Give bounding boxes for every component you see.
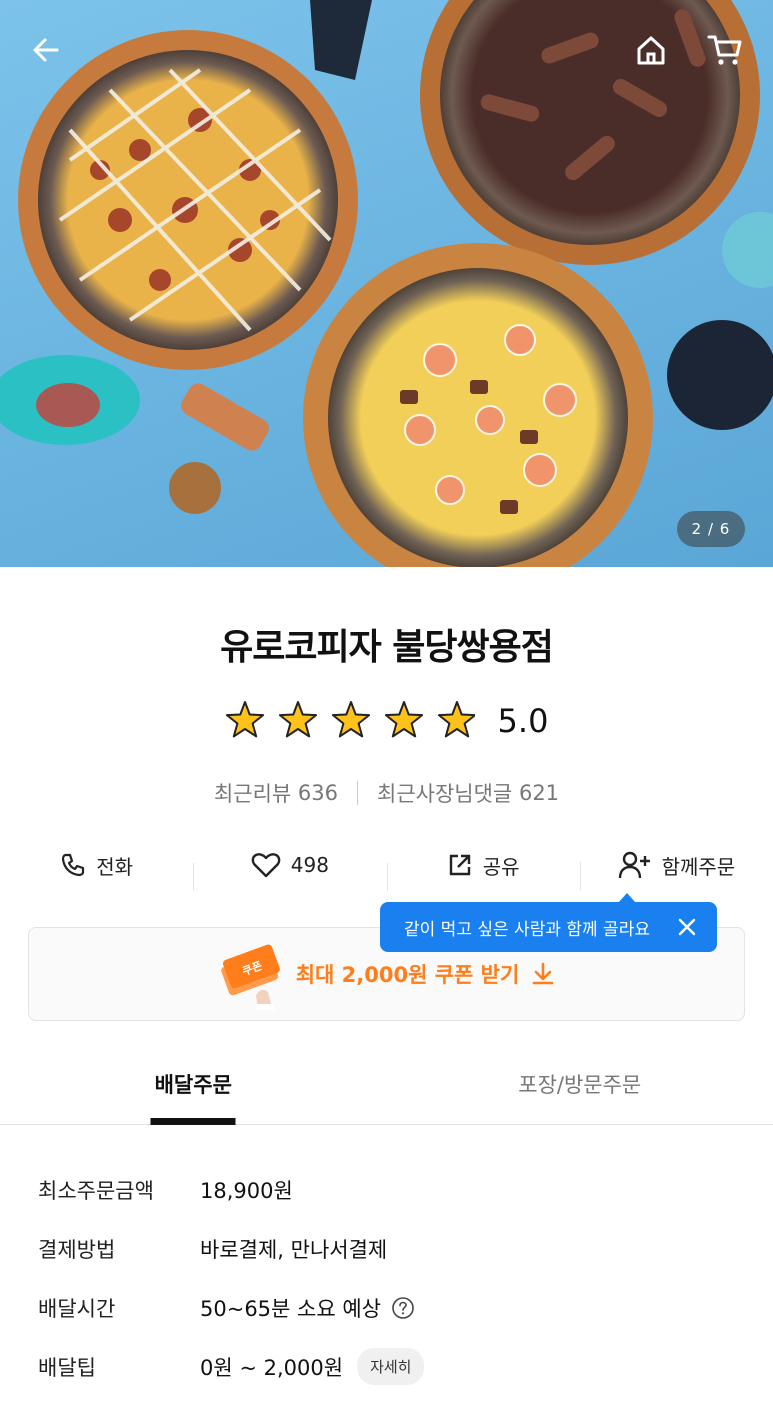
help-icon[interactable] <box>391 1296 415 1320</box>
star-icon <box>278 701 317 738</box>
share-button[interactable]: 공유 <box>386 851 580 891</box>
delivery-tip-value-wrap: 0원 ~ 2,000원 자세히 <box>200 1348 425 1385</box>
home-button[interactable] <box>629 28 673 72</box>
recent-reviews-count: 636 <box>297 781 339 805</box>
home-icon <box>637 36 665 65</box>
store-name: 유로코피자 불당쌍용점 <box>220 627 554 668</box>
recent-reviews-label: 최근리뷰 <box>213 782 292 806</box>
pizza-photo <box>0 0 773 567</box>
delivery-time-value-wrap: 50~65분 소요 예상 <box>200 1293 415 1323</box>
group-order-button[interactable]: 함께주문 <box>579 850 773 890</box>
star-rating <box>225 701 475 738</box>
owner-replies-label: 최근사장님댓글 <box>377 782 513 806</box>
min-order-label: 최소주문금액 <box>38 1178 154 1203</box>
payment-value: 바로결제, 만나서결제 <box>200 1237 388 1262</box>
divider <box>357 781 359 805</box>
add-person-icon <box>618 851 650 879</box>
call-button[interactable]: 전화 <box>0 851 193 880</box>
rating[interactable]: 5.0 <box>0 700 773 742</box>
tooltip-text: 같이 먹고 싶은 사람과 함께 골라요 <box>404 919 650 940</box>
delivery-info: 최소주문금액 18,900원 결제방법 바로결제, 만나서결제 배달시간 50~… <box>38 1160 738 1396</box>
delivery-time-value: 50~65분 소요 예상 <box>200 1296 381 1321</box>
heart-icon <box>251 853 281 878</box>
owner-replies-count: 621 <box>518 781 560 805</box>
hero-image[interactable]: 2 / 6 <box>0 0 773 567</box>
cart-icon <box>707 35 742 65</box>
like-count: 498 <box>290 853 329 877</box>
coupon-text: 최대 2,000원 쿠폰 받기 <box>295 963 520 987</box>
star-icon <box>331 701 370 738</box>
tab-delivery[interactable]: 배달주문 <box>0 1055 387 1124</box>
coupon-icon: 쿠폰 <box>220 944 280 1010</box>
image-pager: 2 / 6 <box>677 511 745 547</box>
rating-value: 5.0 <box>497 702 549 740</box>
download-icon <box>532 962 554 985</box>
star-icon <box>384 701 423 738</box>
share-label: 공유 <box>482 854 520 879</box>
group-order-tooltip: 같이 먹고 싶은 사람과 함께 골라요 <box>380 893 717 952</box>
delivery-tip-value: 0원 ~ 2,000원 <box>200 1355 344 1380</box>
payment-label: 결제방법 <box>38 1237 116 1262</box>
order-type-tabs: 배달주문 포장/방문주문 <box>0 1055 773 1125</box>
close-icon[interactable] <box>675 915 699 939</box>
star-icon <box>437 701 475 738</box>
info-row-delivery-time: 배달시간 50~65분 소요 예상 <box>38 1278 738 1337</box>
info-row-min-order: 최소주문금액 18,900원 <box>38 1160 738 1219</box>
delivery-tip-detail-button[interactable]: 자세히 <box>357 1348 425 1385</box>
back-arrow-icon <box>33 38 59 62</box>
group-order-label: 함께주문 <box>661 854 736 879</box>
share-icon <box>449 854 470 876</box>
action-bar: 전화 498 공유 함께주문 <box>0 838 773 892</box>
phone-icon <box>62 853 85 877</box>
info-row-payment: 결제방법 바로결제, 만나서결제 <box>38 1219 738 1278</box>
info-row-delivery-tip: 배달팁 0원 ~ 2,000원 자세히 <box>38 1337 738 1396</box>
review-summary[interactable]: 최근리뷰 636 최근사장님댓글 621 <box>0 778 773 808</box>
tab-pickup[interactable]: 포장/방문주문 <box>387 1055 773 1124</box>
delivery-tip-label: 배달팁 <box>38 1355 96 1380</box>
min-order-value: 18,900원 <box>200 1178 293 1203</box>
cart-button[interactable] <box>703 28 747 72</box>
like-button[interactable]: 498 <box>193 851 386 891</box>
back-button[interactable] <box>24 28 68 72</box>
star-icon <box>225 701 264 738</box>
delivery-time-label: 배달시간 <box>38 1296 116 1321</box>
call-label: 전화 <box>96 854 134 879</box>
